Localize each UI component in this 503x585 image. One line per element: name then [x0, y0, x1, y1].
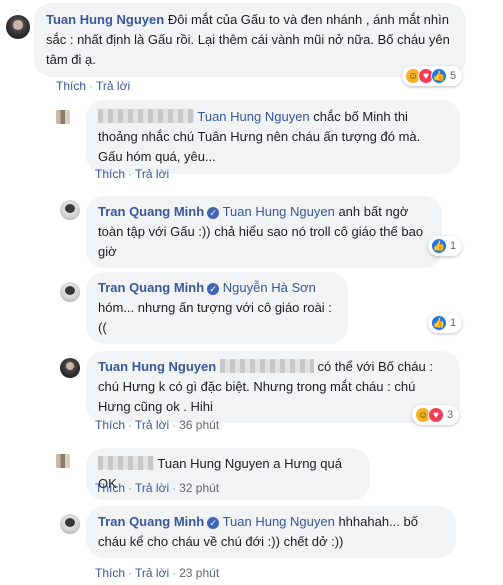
- comment-bubble: Tuan Hung Nguyen chắc bố Minh thi thoảng…: [86, 100, 460, 174]
- avatar[interactable]: [56, 110, 70, 124]
- reaction-count: 1: [450, 240, 457, 252]
- avatar[interactable]: [60, 200, 80, 220]
- comment-bubble: Tran Quang Minh ✓ Nguyễn Hà Sơn hóm... nh…: [86, 272, 348, 344]
- reply-link[interactable]: Trả lời: [135, 566, 169, 580]
- reaction-summary[interactable]: ☺ ♥ 3: [412, 405, 460, 425]
- reply-link[interactable]: Trả lời: [135, 167, 169, 181]
- reaction-count: 1: [450, 317, 457, 329]
- love-reaction-icon: ♥: [428, 407, 444, 423]
- avatar[interactable]: [6, 15, 30, 39]
- comment-bubble: Tran Quang Minh ✓ Tuan Hung Nguyen hhhaha…: [86, 506, 456, 558]
- comment-actions: Thích · Trả lời · 32 phút: [95, 481, 220, 495]
- comment-text: hóm... nhưng ấn tượng với cô giáo roài :…: [98, 300, 332, 335]
- mention-link[interactable]: Tuan Hung Nguyen: [223, 204, 335, 219]
- reply-link[interactable]: Trả lời: [135, 481, 169, 495]
- like-reaction-icon: 👍: [431, 315, 447, 331]
- comment-author[interactable]: Tran Quang Minh: [98, 280, 204, 295]
- reaction-summary[interactable]: 👍 1: [428, 236, 463, 256]
- avatar[interactable]: [60, 514, 80, 534]
- hidden-author-name: [98, 456, 154, 470]
- verified-badge-icon: ✓: [207, 517, 220, 529]
- avatar[interactable]: [60, 358, 80, 378]
- like-link[interactable]: Thích: [95, 481, 125, 495]
- comment-actions: Thích · Trả lời · 23 phút: [95, 566, 220, 580]
- verified-badge-icon: ✓: [207, 207, 220, 219]
- like-link[interactable]: Thích: [56, 79, 86, 93]
- comment-author[interactable]: Tran Quang Minh: [98, 204, 204, 219]
- reaction-summary[interactable]: 👍 1: [428, 313, 463, 333]
- mention-link[interactable]: Nguyễn Hà Sơn: [223, 280, 316, 295]
- comment-timestamp[interactable]: 36 phút: [179, 418, 219, 432]
- hidden-mention: [219, 359, 314, 373]
- like-link[interactable]: Thích: [95, 418, 125, 432]
- comment-author[interactable]: Tuan Hung Nguyen: [46, 12, 164, 27]
- reply-link[interactable]: Trả lời: [135, 418, 169, 432]
- comment-actions: Thích · Trả lời: [95, 167, 170, 181]
- comment-timestamp[interactable]: 23 phút: [179, 566, 219, 580]
- comment-bubble: Tuan Hung Nguyen có thể với Bố cháu : ch…: [86, 351, 460, 423]
- verified-badge-icon: ✓: [207, 283, 220, 295]
- mention-link[interactable]: Tuan Hung Nguyen: [223, 514, 335, 529]
- comment-actions: Thích · Trả lời: [56, 79, 131, 93]
- reaction-count: 5: [450, 70, 457, 82]
- mention-link[interactable]: Tuan Hung Nguyen: [197, 109, 309, 124]
- reply-link[interactable]: Trả lời: [96, 79, 130, 93]
- avatar[interactable]: [60, 282, 80, 302]
- hidden-author-name: [98, 109, 194, 123]
- comment-actions: Thích · Trả lời · 36 phút: [95, 418, 220, 432]
- like-link[interactable]: Thích: [95, 167, 125, 181]
- avatar[interactable]: [56, 454, 70, 468]
- comment-bubble: Tran Quang Minh ✓ Tuan Hung Nguyen anh bấ…: [86, 196, 442, 268]
- like-link[interactable]: Thích: [95, 566, 125, 580]
- like-reaction-icon: 👍: [431, 238, 447, 254]
- like-reaction-icon: 👍: [431, 68, 447, 84]
- reaction-summary[interactable]: ☺ ♥ 👍 5: [402, 66, 463, 86]
- comment-timestamp[interactable]: 32 phút: [179, 481, 219, 495]
- comment-bubble: Tuan Hung Nguyen Đôi mắt của Gấu to và đ…: [34, 3, 466, 77]
- reaction-count: 3: [447, 409, 454, 421]
- comment-author[interactable]: Tran Quang Minh: [98, 514, 204, 529]
- comment-author[interactable]: Tuan Hung Nguyen: [98, 359, 216, 374]
